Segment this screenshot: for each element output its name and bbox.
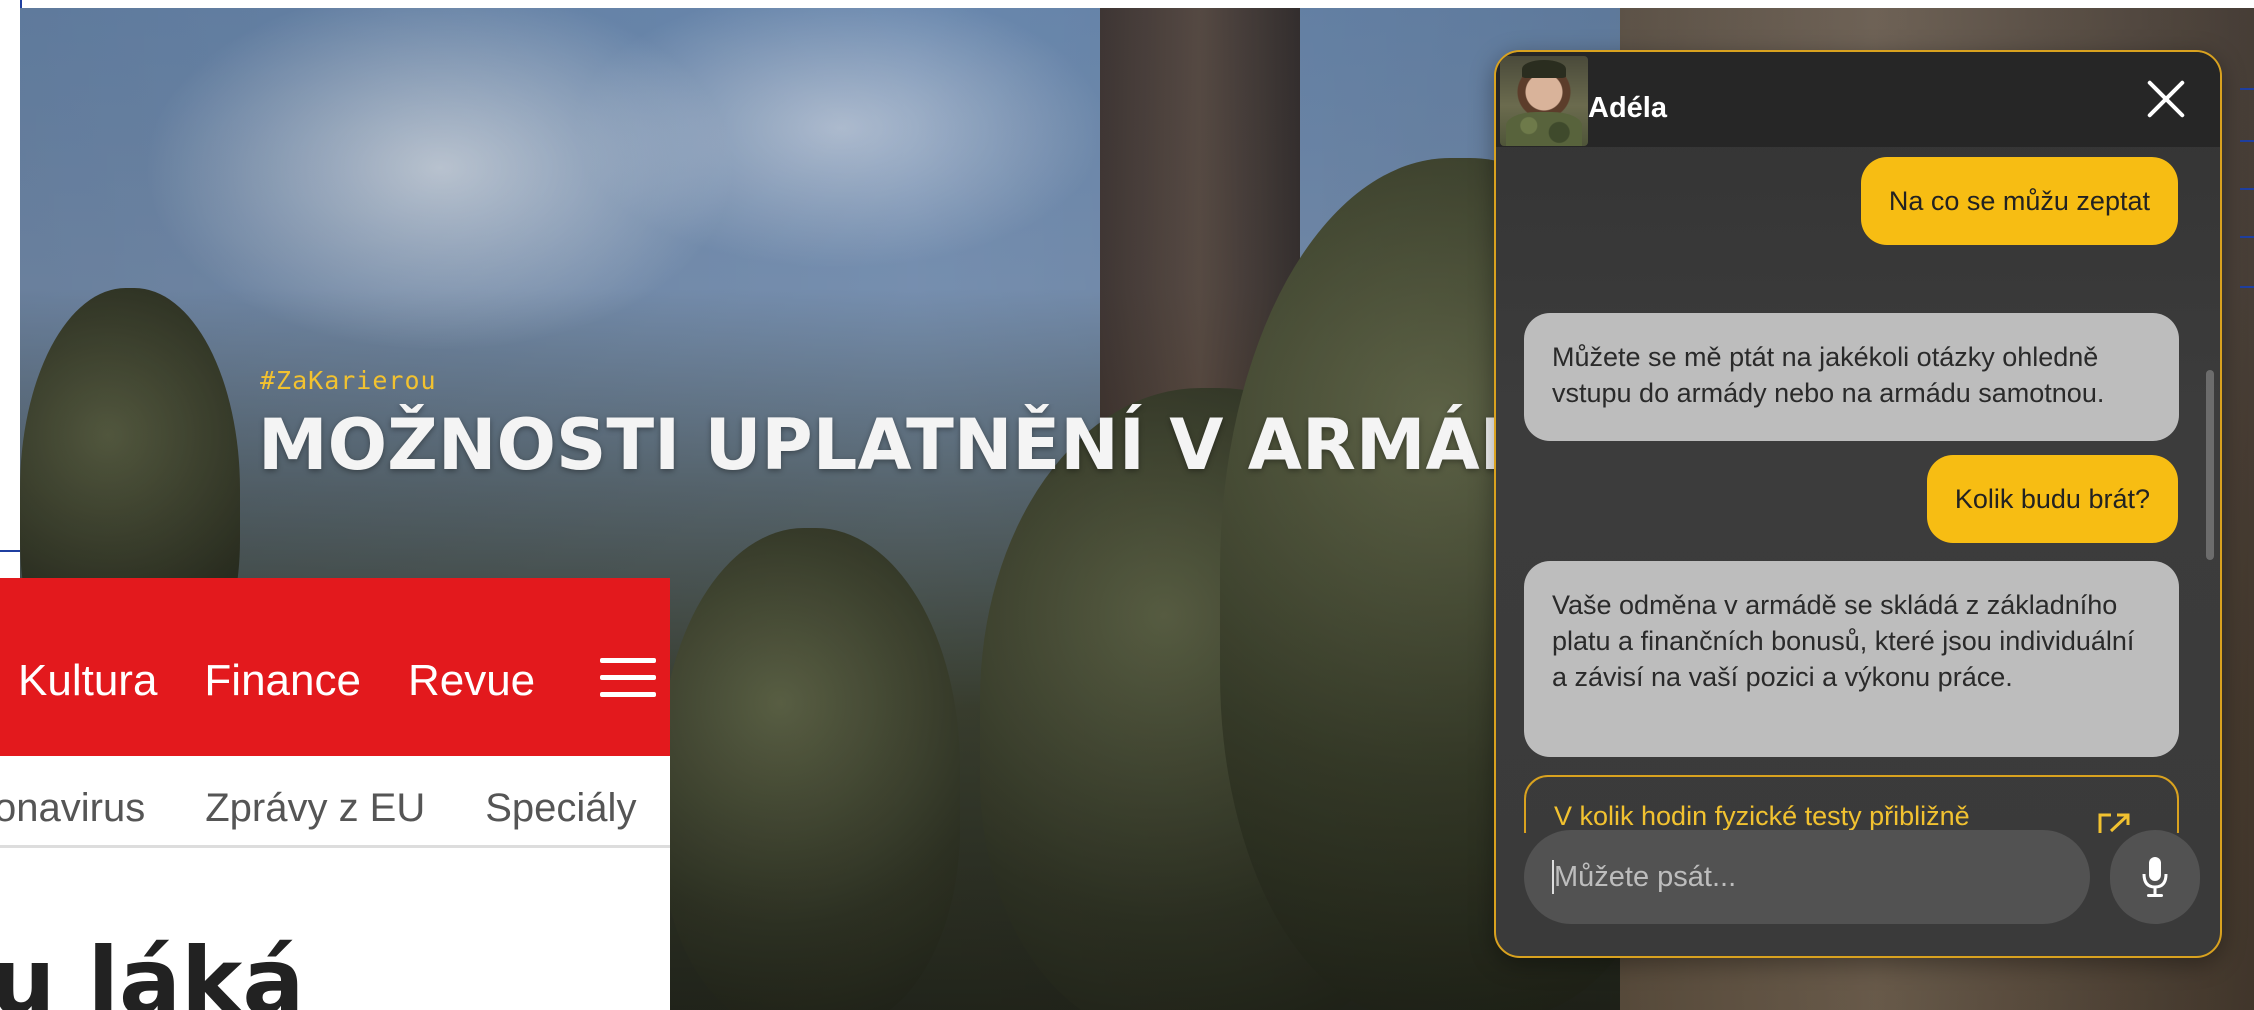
news-site-nav: Kultura Finance Revue [18,656,535,706]
user-message: Kolik budu brát? [1926,455,2178,543]
suggested-question-button[interactable]: V kolik hodin fyzické testy přibližně [1524,775,2179,833]
chat-scrollbar[interactable] [2206,370,2214,560]
hamburger-menu-icon[interactable] [600,658,656,698]
chat-header: Adéla [1496,52,2220,147]
microphone-button[interactable] [2110,830,2200,924]
news-subnav-item[interactable]: Zprávy z EU [205,786,425,831]
suggested-question-label: V kolik hodin fyzické testy přibližně [1554,801,1970,831]
news-nav-item[interactable]: Kultura [18,656,157,706]
news-nav-item[interactable]: Revue [408,656,535,706]
avatar [1500,56,1588,146]
chat-agent-name: Adéla [1588,92,1667,124]
chat-message-list[interactable]: Na co se můžu zeptat Můžete se mě ptát n… [1496,147,2220,833]
underlying-page-border [2240,188,2254,190]
news-subnav-item[interactable]: onavirus [0,786,145,831]
bot-message: Vaše odměna v armádě se skládá z základn… [1524,561,2179,757]
news-nav-item[interactable]: Finance [204,656,361,706]
underlying-page-border [0,550,22,552]
hero-title: MOŽNOSTI UPLATNĚNÍ V ARMÁDĚ [258,404,1498,486]
bot-message: Můžete se mě ptát na jakékoli otázky ohl… [1524,313,2179,441]
news-site-header: Kultura Finance Revue [0,578,670,756]
hero-hashtag: #ZaKarierou [260,366,437,395]
underlying-page-border [2240,140,2254,142]
news-headline: u láká [0,928,305,1010]
close-icon[interactable] [2144,76,2188,120]
news-site-window: Kultura Finance Revue onavirus Zprávy z … [0,578,670,1010]
underlying-page-border [2240,88,2254,90]
user-message: Na co se můžu zeptat [1860,157,2178,245]
microphone-icon [2142,857,2168,897]
underlying-page-border [2240,236,2254,238]
screen: #ZaKarierou MOŽNOSTI UPLATNĚNÍ V ARMÁDĚ … [0,0,2254,1010]
chat-widget: Adéla Na co se můžu zeptat Můžete se mě … [1494,50,2222,958]
chat-input-row [1524,830,2204,924]
text-cursor [1552,860,1554,894]
underlying-page-border [2240,286,2254,288]
news-subnav-item[interactable]: Speciály [485,786,636,831]
chat-message-input[interactable] [1524,830,2090,924]
news-site-subnav: onavirus Zprávy z EU Speciály [0,756,670,848]
